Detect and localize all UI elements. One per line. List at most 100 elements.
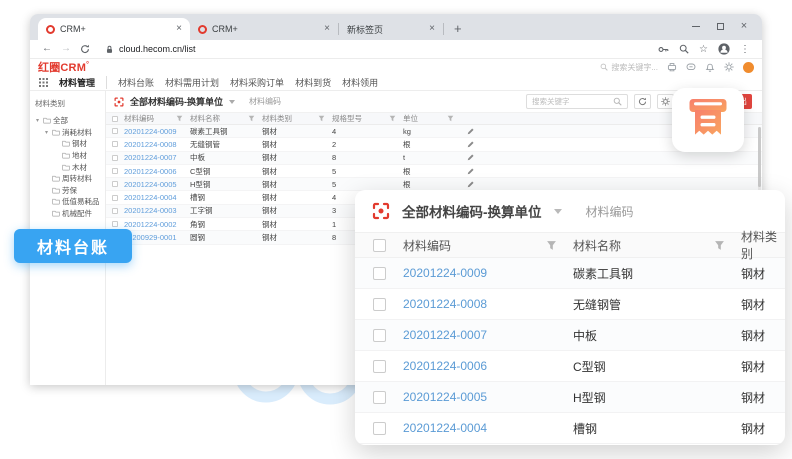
- select-all-checkbox[interactable]: [355, 239, 403, 252]
- filter-funnel-icon[interactable]: [318, 115, 325, 122]
- table-row[interactable]: 20201224-0009碳素工具钢钢材: [355, 258, 785, 289]
- material-code-link[interactable]: 20201224-0004: [403, 421, 487, 435]
- material-code-link[interactable]: 20201224-0008: [403, 297, 487, 311]
- list-search-box[interactable]: 搜索关键字: [526, 94, 628, 109]
- tree-node[interactable]: 木材: [33, 161, 102, 173]
- bookmark-star-icon[interactable]: ☆: [699, 44, 708, 55]
- row-checkbox[interactable]: [355, 329, 403, 342]
- profile-avatar-icon[interactable]: [718, 43, 730, 55]
- material-code-link[interactable]: 20201224-0005: [403, 390, 487, 404]
- chevron-down-icon[interactable]: [229, 100, 235, 104]
- new-tab-button[interactable]: +: [454, 21, 462, 36]
- tree-node[interactable]: ▾消耗材料: [33, 127, 102, 139]
- global-search[interactable]: 搜索关键字...: [600, 62, 658, 73]
- material-code-link[interactable]: 20201224-0002: [124, 220, 190, 229]
- edit-pencil-icon[interactable]: [461, 181, 479, 188]
- table-row[interactable]: 20201224-0007中板钢材8t: [106, 152, 762, 165]
- row-checkbox[interactable]: [355, 298, 403, 311]
- notification-bell-icon[interactable]: [705, 62, 715, 72]
- edit-pencil-icon[interactable]: [461, 141, 479, 148]
- minimize-button[interactable]: [684, 14, 708, 38]
- select-all-checkbox[interactable]: [106, 116, 124, 122]
- menu-item[interactable]: 材料到货: [295, 76, 331, 89]
- chevron-down-icon[interactable]: [554, 209, 562, 214]
- table-row[interactable]: 20201224-0008无缝钢管钢材: [355, 289, 785, 320]
- table-row[interactable]: 20201224-0006C型钢钢材5根: [106, 165, 762, 178]
- menu-item[interactable]: 材料需用计划: [165, 76, 219, 89]
- edit-pencil-icon[interactable]: [461, 168, 479, 175]
- tree-node[interactable]: 劳保: [33, 185, 102, 197]
- forward-icon[interactable]: →: [61, 44, 71, 54]
- menu-item[interactable]: 材料管理: [59, 76, 107, 89]
- material-code-link[interactable]: 20201224-0007: [124, 153, 190, 162]
- table-row[interactable]: 20201224-0006C型钢钢材: [355, 351, 785, 382]
- edit-pencil-icon[interactable]: [461, 128, 479, 135]
- expand-arrow-icon[interactable]: ▾: [36, 117, 41, 124]
- menu-item[interactable]: 材料采购订单: [230, 76, 284, 89]
- row-checkbox[interactable]: [106, 141, 124, 147]
- row-checkbox[interactable]: [106, 221, 124, 227]
- filter-funnel-icon[interactable]: [546, 240, 557, 251]
- material-code-link[interactable]: 20201224-0009: [124, 127, 190, 136]
- table-row[interactable]: 20201224-0004槽钢钢材: [355, 413, 785, 444]
- material-code-link[interactable]: 20201224-0009: [403, 266, 487, 280]
- user-avatar[interactable]: [743, 62, 754, 73]
- filter-funnel-icon[interactable]: [176, 115, 183, 122]
- filter-funnel-icon[interactable]: [248, 115, 255, 122]
- tab-close-icon[interactable]: ×: [176, 24, 182, 34]
- apps-grid-icon[interactable]: [39, 78, 48, 87]
- refresh-button[interactable]: [634, 94, 651, 109]
- row-checkbox[interactable]: [355, 422, 403, 435]
- tree-node[interactable]: 钢材: [33, 138, 102, 150]
- maximize-button[interactable]: [708, 14, 732, 38]
- row-checkbox[interactable]: [106, 181, 124, 187]
- row-checkbox[interactable]: [106, 168, 124, 174]
- tab-close-icon[interactable]: ×: [429, 24, 435, 34]
- material-code-link[interactable]: 20201224-0006: [124, 167, 190, 176]
- row-checkbox[interactable]: [106, 208, 124, 214]
- url-field[interactable]: cloud.hecom.cn/list: [105, 44, 196, 54]
- menu-item[interactable]: 材料台账: [118, 76, 154, 89]
- close-window-button[interactable]: ×: [732, 14, 756, 38]
- tree-node[interactable]: 地材: [33, 150, 102, 162]
- browser-tab-2[interactable]: CRM+ ×: [190, 18, 338, 40]
- material-code-link[interactable]: 20201224-0005: [124, 180, 190, 189]
- filter-funnel-icon[interactable]: [447, 115, 454, 122]
- row-checkbox[interactable]: [355, 360, 403, 373]
- tree-node[interactable]: 周转材料: [33, 173, 102, 185]
- material-code-link[interactable]: 20201224-0004: [124, 193, 190, 202]
- password-key-icon[interactable]: [658, 44, 669, 55]
- row-checkbox[interactable]: [355, 267, 403, 280]
- browser-menu-icon[interactable]: ⋮: [740, 44, 750, 55]
- tree-node[interactable]: 低值易耗品: [33, 196, 102, 208]
- material-code-link[interactable]: 20201224-0007: [403, 328, 487, 342]
- expand-arrow-icon[interactable]: ▾: [45, 129, 50, 136]
- message-icon[interactable]: [686, 62, 696, 72]
- filter-funnel-icon[interactable]: [389, 115, 396, 122]
- browser-tab-active[interactable]: CRM+ ×: [38, 18, 190, 40]
- tree-node[interactable]: 机械配件: [33, 208, 102, 220]
- material-code-link[interactable]: 20201224-0006: [403, 359, 487, 373]
- table-row[interactable]: 20201224-0005H型钢钢材: [355, 382, 785, 413]
- filter-funnel-icon[interactable]: [714, 240, 725, 251]
- back-icon[interactable]: ←: [42, 44, 52, 54]
- row-checkbox[interactable]: [106, 155, 124, 161]
- tab-close-icon[interactable]: ×: [324, 24, 330, 34]
- tree-node[interactable]: ▾全部: [33, 115, 102, 127]
- reload-icon[interactable]: [80, 44, 90, 54]
- row-checkbox[interactable]: [355, 391, 403, 404]
- zoom-search-icon[interactable]: [679, 44, 689, 54]
- table-row[interactable]: 20201224-0007中板钢材: [355, 320, 785, 351]
- print-icon[interactable]: [667, 62, 677, 72]
- row-checkbox[interactable]: [106, 128, 124, 134]
- row-checkbox[interactable]: [106, 195, 124, 201]
- table-row[interactable]: 20201224-0008无缝钢管钢材2根: [106, 138, 762, 151]
- browser-tab-3[interactable]: 新标签页 ×: [339, 18, 443, 40]
- menu-item[interactable]: 材料领用: [342, 76, 378, 89]
- material-code-link[interactable]: 20201224-0008: [124, 140, 190, 149]
- material-code-link[interactable]: 20201224-0003: [124, 206, 190, 215]
- material-code-link[interactable]: 20200929-0001: [124, 233, 190, 242]
- edit-pencil-icon[interactable]: [461, 154, 479, 161]
- settings-gear-icon[interactable]: [724, 62, 734, 72]
- table-row[interactable]: 20201224-0009碳素工具钢钢材4kg: [106, 125, 762, 138]
